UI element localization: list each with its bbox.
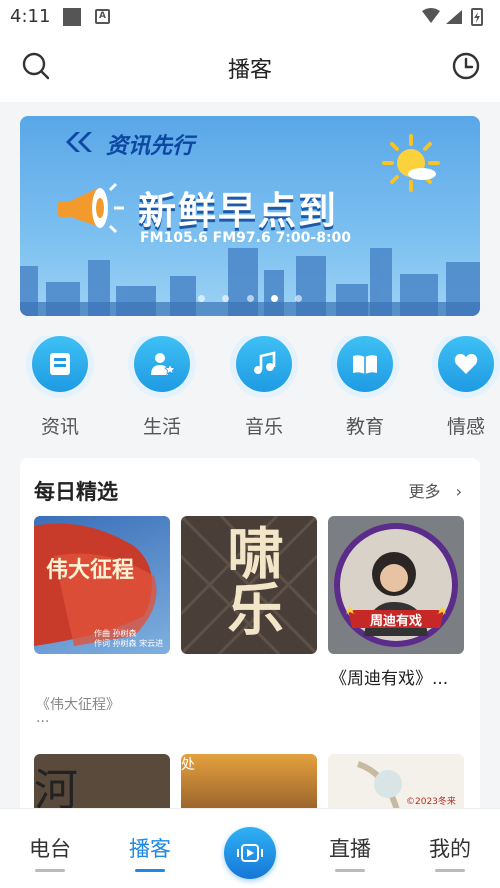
history-icon[interactable] — [450, 50, 482, 82]
nav-radio[interactable]: 电台 — [10, 833, 90, 872]
app-notification-icon: A — [95, 9, 110, 24]
nav-podcast[interactable]: 播客 — [110, 833, 190, 872]
daily-picks-card: 每日精选 更多 › 伟大征程 作曲 孙树森 作词 孙树森 宋云进 啸乐 周迪有戏… — [20, 458, 480, 818]
chevron-right-icon: › — [455, 482, 462, 501]
app-header: 播客 — [0, 34, 500, 102]
carousel-dot[interactable] — [198, 295, 206, 302]
category-music[interactable]: 音乐 — [214, 336, 314, 439]
banner-headline: 新鲜早点到 — [138, 189, 339, 233]
cover-credit: 作词 孙树森 宋云进 — [94, 639, 164, 648]
category-emotion[interactable]: 情感 — [416, 336, 500, 439]
category-news[interactable]: 资讯 — [10, 336, 110, 439]
carousel-dot[interactable] — [246, 295, 254, 302]
category-label: 生活 — [142, 416, 181, 438]
nav-mine[interactable]: 我的 — [410, 833, 490, 872]
carousel-dot-active[interactable] — [270, 295, 278, 302]
cover-badge: FM1074 AM900 — [368, 630, 424, 638]
music-icon — [236, 336, 292, 392]
cover-title: 啸乐 — [218, 524, 283, 636]
nav-indicator-active — [135, 869, 165, 872]
promo-banner[interactable]: 资讯先行 新鲜早点到 FM105.6 FM97.6 7:00-8:00 — [20, 116, 480, 316]
player-button[interactable] — [224, 827, 276, 879]
heart-icon — [438, 336, 494, 392]
page-title: 播客 — [227, 58, 272, 83]
nav-label: 直播 — [329, 837, 371, 861]
category-label: 教育 — [345, 416, 384, 438]
nav-live[interactable]: 直播 — [310, 833, 390, 872]
brand-arrows-icon — [66, 132, 92, 152]
bottom-navigation: 电台 播客 直播 我的 — [0, 808, 500, 888]
carousel-dot[interactable] — [294, 295, 302, 302]
nav-label: 播客 — [129, 837, 171, 861]
system-status-icons — [422, 8, 483, 26]
category-row: 资讯 生活 音乐 教育 情感 — [0, 336, 500, 454]
carousel-dot[interactable] — [222, 295, 230, 302]
category-label: 资讯 — [40, 416, 79, 438]
cover-title: 周迪有戏 — [369, 614, 422, 629]
book-icon — [337, 336, 393, 392]
nav-indicator — [435, 869, 465, 872]
item-caption-ellipsis: ... — [36, 710, 50, 726]
more-link[interactable]: 更多 › — [408, 478, 462, 502]
more-label: 更多 — [408, 482, 441, 501]
banner-brand: 资讯先行 — [106, 134, 195, 159]
section-title: 每日精选 — [34, 480, 118, 504]
category-label: 情感 — [446, 416, 485, 438]
news-icon — [32, 336, 88, 392]
nav-indicator — [35, 869, 65, 872]
life-icon — [134, 336, 190, 392]
category-label: 音乐 — [244, 416, 283, 438]
nav-label: 我的 — [429, 837, 471, 861]
category-education[interactable]: 教育 — [315, 336, 415, 439]
nav-indicator — [335, 869, 365, 872]
megaphone-icon — [58, 182, 124, 234]
cover-title: 处 — [181, 757, 195, 773]
nav-label: 电台 — [29, 837, 71, 861]
cover-title: 伟大征程 — [46, 558, 135, 583]
podcast-cover[interactable]: 伟大征程 作曲 孙树森 作词 孙树森 宋云进 — [34, 516, 170, 654]
podcast-cover[interactable]: 啸乐 — [181, 516, 317, 654]
item-caption[interactable]: 《周迪有戏》... — [330, 664, 448, 689]
category-life[interactable]: 生活 — [112, 336, 212, 439]
player-icon — [237, 844, 263, 862]
status-time: 4:11 — [10, 6, 51, 27]
sun-icon — [382, 134, 440, 192]
status-bar: 4:11 A — [0, 0, 500, 34]
carousel-indicator — [20, 287, 480, 306]
podcast-cover[interactable]: 周迪有戏 FM1074 AM900 — [328, 516, 464, 654]
notification-icon — [63, 8, 81, 26]
